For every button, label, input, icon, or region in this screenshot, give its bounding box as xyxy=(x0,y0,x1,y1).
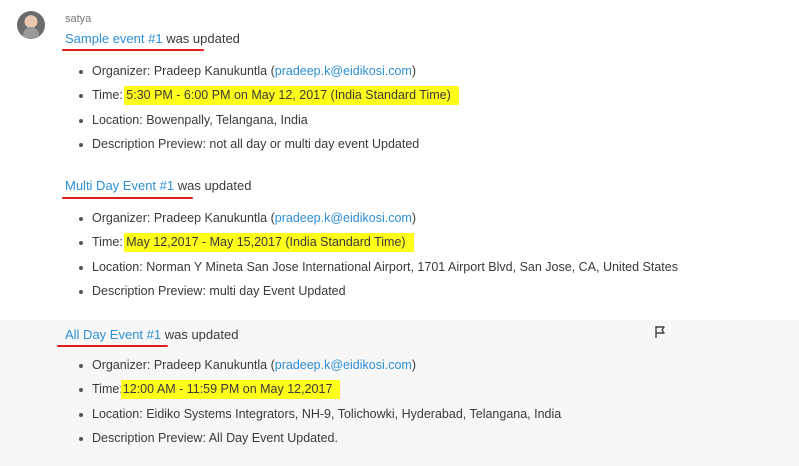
event-link-2[interactable]: Multi Day Event #1 xyxy=(65,178,174,193)
event-details-1: Organizer: Pradeep Kanukuntla (pradeep.k… xyxy=(0,61,459,158)
event-suffix: was updated xyxy=(161,327,239,342)
event-details-2: Organizer: Pradeep Kanukuntla (pradeep.k… xyxy=(0,208,678,305)
time-value-highlight: May 12,2017 - May 15,2017 (India Standar… xyxy=(124,233,414,253)
annotation-underline xyxy=(62,49,204,51)
event-title-1: Sample event #1 was updated xyxy=(65,31,240,46)
organizer-email-link[interactable]: pradeep.k@eidikosi.com xyxy=(275,358,412,372)
flag-icon[interactable] xyxy=(653,325,667,339)
event-title-3: All Day Event #1 was updated xyxy=(65,327,238,342)
annotation-underline xyxy=(62,197,193,199)
time-line: Time: May 12,2017 - May 15,2017 (India S… xyxy=(0,232,678,256)
event-link-3[interactable]: All Day Event #1 xyxy=(65,327,161,342)
description-line: Description Preview: multi day Event Upd… xyxy=(0,281,678,305)
organizer-line: Organizer: Pradeep Kanukuntla (pradeep.k… xyxy=(0,208,678,232)
time-value-highlight: 5:30 PM - 6:00 PM on May 12, 2017 (India… xyxy=(124,86,459,106)
description-line: Description Preview: not all day or mult… xyxy=(0,134,459,158)
organizer-email-link[interactable]: pradeep.k@eidikosi.com xyxy=(275,64,412,78)
event-suffix: was updated xyxy=(162,31,240,46)
event-link-1[interactable]: Sample event #1 xyxy=(65,31,163,46)
time-line: Time: 5:30 PM - 6:00 PM on May 12, 2017 … xyxy=(0,85,459,109)
event-title-2: Multi Day Event #1 was updated xyxy=(65,178,251,193)
description-line: Description Preview: All Day Event Updat… xyxy=(0,428,561,452)
annotation-underline xyxy=(57,345,168,347)
event-suffix: was updated xyxy=(174,178,252,193)
event-details-3: Organizer: Pradeep Kanukuntla (pradeep.k… xyxy=(0,355,561,452)
user-avatar[interactable] xyxy=(17,11,45,39)
location-line: Location: Eidiko Systems Integrators, NH… xyxy=(0,404,561,428)
time-value-highlight: 12:00 AM - 11:59 PM on May 12,2017 xyxy=(120,380,341,400)
organizer-line: Organizer: Pradeep Kanukuntla (pradeep.k… xyxy=(0,355,561,379)
organizer-line: Organizer: Pradeep Kanukuntla (pradeep.k… xyxy=(0,61,459,85)
location-line: Location: Norman Y Mineta San Jose Inter… xyxy=(0,257,678,281)
time-line: Time:12:00 AM - 11:59 PM on May 12,2017 xyxy=(0,379,561,403)
organizer-email-link[interactable]: pradeep.k@eidikosi.com xyxy=(275,211,412,225)
location-line: Location: Bowenpally, Telangana, India xyxy=(0,110,459,134)
user-name: satya xyxy=(65,13,92,25)
